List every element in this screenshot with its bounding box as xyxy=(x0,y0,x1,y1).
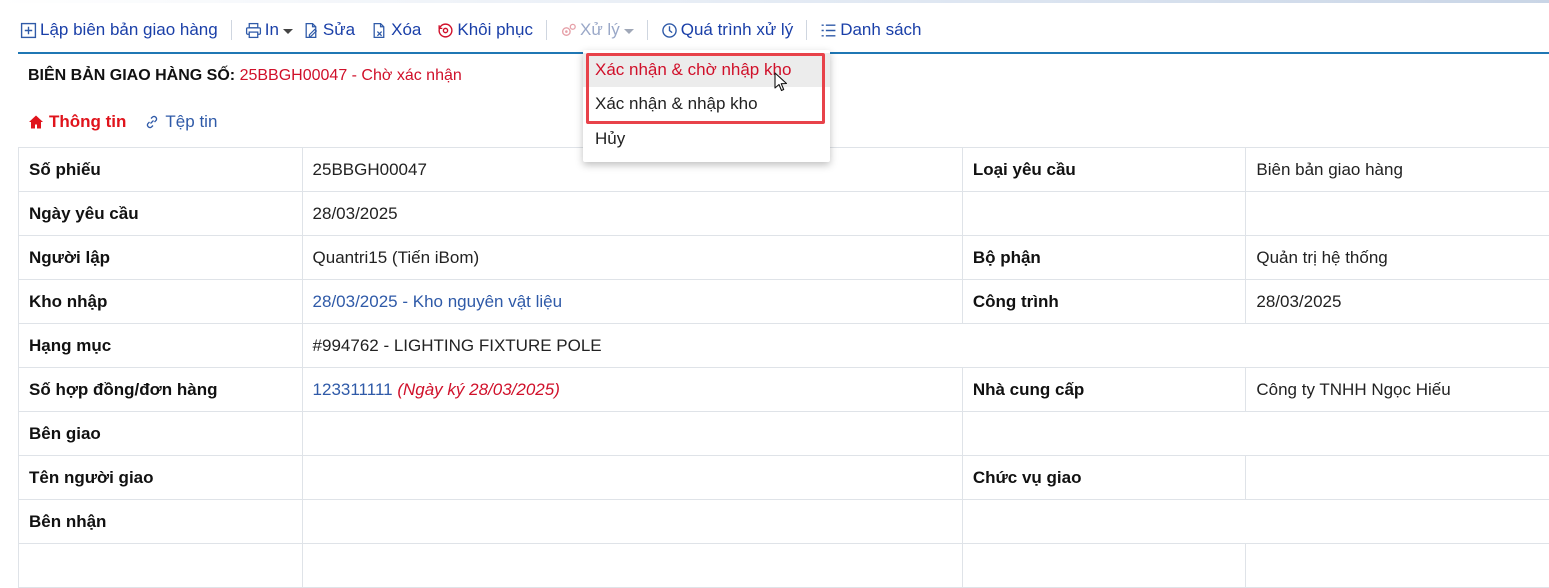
page-title-prefix: BIÊN BẢN GIAO HÀNG SỐ: xyxy=(28,67,235,84)
edit-document-icon xyxy=(303,22,320,39)
label-cell xyxy=(962,192,1246,236)
label-cell: Nhà cung cấp xyxy=(962,368,1246,412)
table-row xyxy=(19,544,1549,588)
label-cell: Tên người giao xyxy=(19,456,303,500)
restore-icon xyxy=(437,22,454,39)
value-cell: 28/03/2025 xyxy=(302,192,962,236)
tab-bar: Thông tin Tệp tin xyxy=(28,112,235,132)
cancel-item[interactable]: Hủy xyxy=(583,122,830,156)
confirm-await-import-item[interactable]: Xác nhận & chờ nhập kho xyxy=(583,53,830,87)
list-icon xyxy=(820,22,837,39)
print-label: In xyxy=(265,20,279,40)
mouse-pointer-icon xyxy=(774,72,788,94)
label-cell: Chức vụ giao xyxy=(962,456,1246,500)
label-cell: Người lập xyxy=(19,236,303,280)
value-cell xyxy=(302,500,962,544)
chevron-down-icon xyxy=(624,29,634,34)
home-icon xyxy=(28,114,44,130)
tab-info[interactable]: Thông tin xyxy=(28,112,126,132)
label-cell: Bộ phận xyxy=(962,236,1246,280)
edit-button[interactable]: Sửa xyxy=(303,20,355,40)
label-cell xyxy=(19,544,303,588)
restore-button[interactable]: Khôi phục xyxy=(437,20,533,40)
top-border xyxy=(0,0,1549,3)
value-cell: Quantri15 (Tiến iBom) xyxy=(302,236,962,280)
table-row: Tên người giao Chức vụ giao xyxy=(19,456,1549,500)
clock-icon xyxy=(661,22,678,39)
link-icon xyxy=(144,114,160,130)
label-cell: Công trình xyxy=(962,280,1246,324)
value-cell: 28/03/2025 - Kho nguyên vật liệu xyxy=(302,280,962,324)
label-cell: Số hợp đồng/đơn hàng xyxy=(19,368,303,412)
process-dropdown-menu: Xác nhận & chờ nhập kho Xác nhận & nhập … xyxy=(583,50,830,162)
edit-label: Sửa xyxy=(323,20,355,40)
delivery-info-table: Số phiếu 25BBGH00047 Loại yêu cầu Biên b… xyxy=(18,147,1549,588)
list-button[interactable]: Danh sách xyxy=(820,20,921,40)
contract-link[interactable]: 123311111 xyxy=(313,380,393,399)
restore-label: Khôi phục xyxy=(457,20,533,40)
value-cell: 28/03/2025 xyxy=(1246,280,1549,324)
contract-sign-date: (Ngày ký 28/03/2025) xyxy=(397,380,560,399)
history-label: Quá trình xử lý xyxy=(681,20,793,40)
value-cell xyxy=(302,544,962,588)
table-row: Bên nhận xyxy=(19,500,1549,544)
label-cell xyxy=(962,544,1246,588)
create-delivery-note-label: Lập biên bản giao hàng xyxy=(40,20,218,40)
printer-icon xyxy=(245,22,262,39)
table-row: Kho nhập 28/03/2025 - Kho nguyên vật liệ… xyxy=(19,280,1549,324)
label-cell: Số phiếu xyxy=(19,148,303,192)
table-row: Ngày yêu cầu 28/03/2025 xyxy=(19,192,1549,236)
label-cell: Ngày yêu cầu xyxy=(19,192,303,236)
table-row: Số hợp đồng/đơn hàng 123311111 (Ngày ký … xyxy=(19,368,1549,412)
process-label: Xử lý xyxy=(580,20,620,40)
value-cell xyxy=(1246,544,1549,588)
table-row: Người lập Quantri15 (Tiến iBom) Bộ phận … xyxy=(19,236,1549,280)
toolbar: Lập biên bản giao hàng In Sửa Xóa Khôi p… xyxy=(20,14,921,46)
table-row: Hạng mục #994762 - LIGHTING FIXTURE POLE xyxy=(19,324,1549,368)
value-cell: Biên bản giao hàng xyxy=(1246,148,1549,192)
tab-info-label: Thông tin xyxy=(49,112,126,132)
delete-button[interactable]: Xóa xyxy=(371,20,421,40)
label-cell: Kho nhập xyxy=(19,280,303,324)
chevron-down-icon xyxy=(283,29,293,34)
gears-icon xyxy=(560,22,577,39)
value-cell: 123311111 (Ngày ký 28/03/2025) xyxy=(302,368,962,412)
label-cell: Hạng mục xyxy=(19,324,303,368)
toolbar-separator xyxy=(231,20,232,40)
document-code-status: 25BBGH00047 - Chờ xác nhận xyxy=(240,67,462,84)
toolbar-separator xyxy=(546,20,547,40)
toolbar-separator xyxy=(806,20,807,40)
plus-square-icon xyxy=(20,22,37,39)
print-button[interactable]: In xyxy=(245,20,293,40)
delete-label: Xóa xyxy=(391,20,421,40)
label-cell: Loại yêu cầu xyxy=(962,148,1246,192)
value-cell xyxy=(1246,456,1549,500)
value-cell: Công ty TNHH Ngọc Hiếu xyxy=(1246,368,1549,412)
tab-files-label: Tệp tin xyxy=(165,112,217,132)
process-dropdown-button[interactable]: Xử lý xyxy=(560,20,634,40)
value-cell xyxy=(962,500,1549,544)
label-cell: Bên nhận xyxy=(19,500,303,544)
list-label: Danh sách xyxy=(840,20,921,40)
label-cell: Bên giao xyxy=(19,412,303,456)
value-cell: Quản trị hệ thống xyxy=(1246,236,1549,280)
value-cell xyxy=(962,412,1549,456)
history-button[interactable]: Quá trình xử lý xyxy=(661,20,793,40)
tab-files[interactable]: Tệp tin xyxy=(144,112,217,132)
value-cell: #994762 - LIGHTING FIXTURE POLE xyxy=(302,324,1549,368)
delete-document-icon xyxy=(371,22,388,39)
create-delivery-note-button[interactable]: Lập biên bản giao hàng xyxy=(20,20,218,40)
confirm-import-item[interactable]: Xác nhận & nhập kho xyxy=(583,87,830,121)
value-cell xyxy=(1246,192,1549,236)
toolbar-separator xyxy=(647,20,648,40)
page-title: BIÊN BẢN GIAO HÀNG SỐ: 25BBGH00047 - Chờ… xyxy=(28,67,462,85)
value-cell xyxy=(302,456,962,500)
warehouse-link[interactable]: 28/03/2025 - Kho nguyên vật liệu xyxy=(313,292,563,311)
value-cell xyxy=(302,412,962,456)
table-row: Bên giao xyxy=(19,412,1549,456)
